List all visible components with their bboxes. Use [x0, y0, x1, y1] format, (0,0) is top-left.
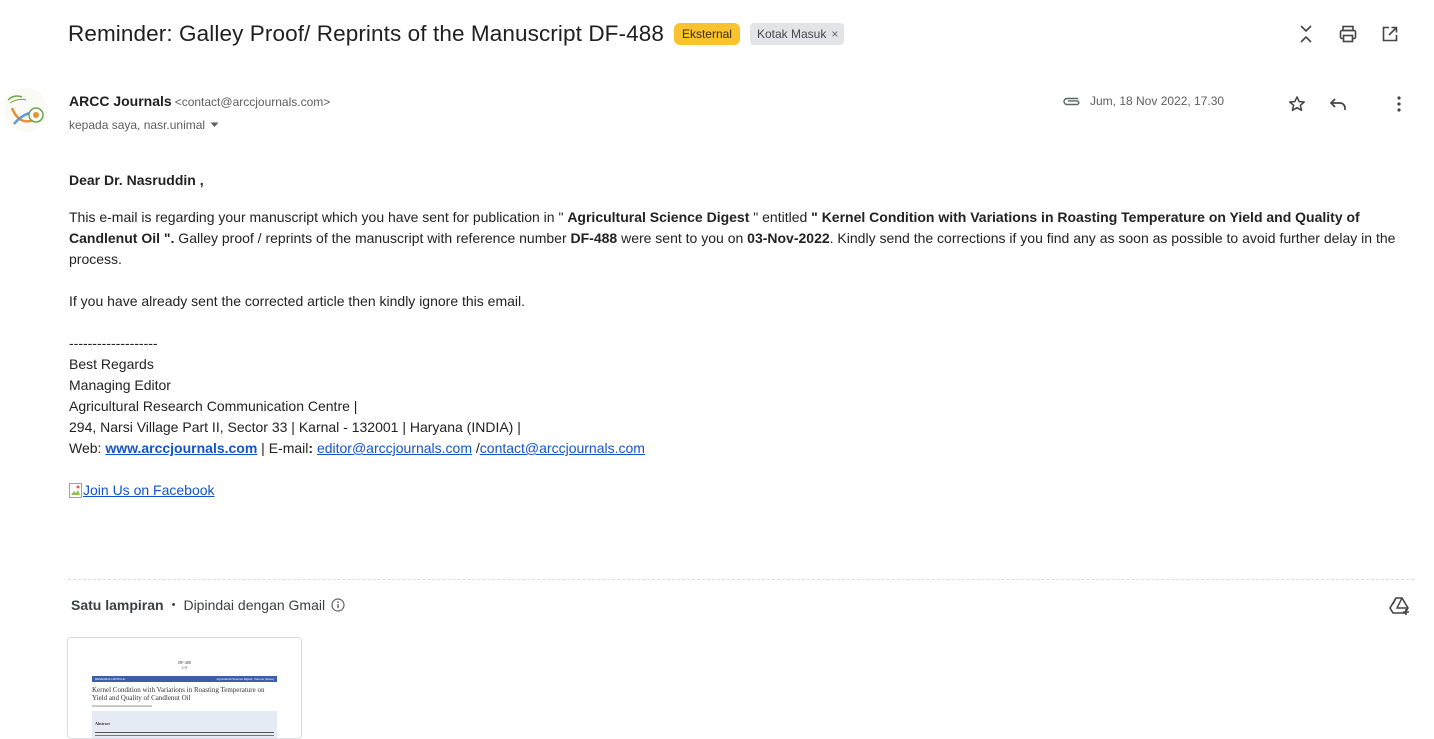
thumb-abstract-box: Abstract: [92, 711, 277, 738]
facebook-link[interactable]: Join Us on Facebook: [83, 480, 215, 501]
body-paragraph-1: This e-mail is regarding your manuscript…: [69, 209, 1396, 267]
email-subject: Reminder: Galley Proof/ Reprints of the …: [68, 21, 664, 46]
print-icon[interactable]: [1334, 20, 1362, 48]
thumb-authors: [92, 705, 152, 707]
attachments-divider: [68, 579, 1414, 580]
signature-contacts: Web: www.arccjournals.com | E-mail: edit…: [69, 440, 645, 456]
sender-line: ARCC Journals <contact@arccjournals.com>: [69, 93, 330, 109]
collapse-all-icon[interactable]: [1292, 20, 1320, 48]
recipients-line[interactable]: kepada saya, nasr.unimal: [69, 118, 219, 132]
add-to-drive-icon[interactable]: [1387, 593, 1413, 619]
contact-email-link[interactable]: contact@arccjournals.com: [480, 440, 645, 456]
thumb-band: RESEARCH ARTICLE Agricultural Science Di…: [92, 676, 277, 682]
inbox-label-text: Kotak Masuk: [756, 27, 827, 41]
recipients-text: kepada saya, nasr.unimal: [69, 118, 206, 132]
thumb-title: Kernel Condition with Variations in Roas…: [92, 686, 265, 702]
signature-role: Managing Editor: [69, 377, 171, 393]
more-options-icon[interactable]: [1386, 91, 1412, 117]
open-new-window-icon[interactable]: [1376, 20, 1404, 48]
remove-label-icon[interactable]: ×: [831, 26, 838, 42]
editor-email-link[interactable]: editor@arccjournals.com: [317, 440, 472, 456]
signature-divider: -------------------: [69, 335, 158, 351]
reply-icon[interactable]: [1325, 91, 1351, 117]
signature-org: Agricultural Research Communication Cent…: [69, 398, 358, 414]
body-paragraph-2: If you have already sent the corrected a…: [69, 293, 526, 309]
sent-date: 03-Nov-2022: [747, 230, 830, 246]
broken-image-icon: [69, 482, 83, 499]
signature-regards: Best Regards: [69, 356, 154, 372]
email-subject-bar: Reminder: Galley Proof/ Reprints of the …: [68, 14, 845, 54]
email-body: Dear Dr. Nasruddin , This e-mail is rega…: [69, 170, 1419, 501]
show-details-chevron-icon[interactable]: [210, 122, 219, 128]
facebook-banner[interactable]: Join Us on Facebook: [69, 480, 1419, 501]
website-link[interactable]: www.arccjournals.com: [105, 440, 257, 456]
signature-address: 294, Narsi Village Part II, Sector 33 | …: [69, 419, 521, 435]
attachments-count: Satu lampiran: [71, 597, 164, 613]
sender-email: <contact@arccjournals.com>: [174, 95, 331, 109]
journal-name: Agricultural Science Digest: [567, 209, 750, 225]
star-icon[interactable]: [1284, 91, 1310, 117]
greeting: Dear Dr. Nasruddin ,: [69, 172, 204, 188]
reference-number: DF-488: [570, 230, 618, 246]
sender-avatar[interactable]: [4, 88, 48, 132]
attachment-thumbnail[interactable]: DF-488 1-5 RESEARCH ARTICLE Agricultural…: [67, 637, 302, 739]
message-date: Jum, 18 Nov 2022, 17.30: [1090, 94, 1225, 108]
info-icon[interactable]: [331, 598, 345, 612]
thumb-header: DF-488 1-5: [178, 660, 191, 670]
message-meta: Jum, 18 Nov 2022, 17.30: [1062, 94, 1224, 108]
scanned-by-gmail: Dipindai dengan Gmail: [183, 597, 326, 613]
attachments-header: Satu lampiran • Dipindai dengan Gmail: [71, 597, 345, 613]
inbox-label-chip: Kotak Masuk ×: [749, 23, 845, 45]
attachment-clip-icon: [1062, 95, 1082, 107]
external-badge: Eksternal: [673, 23, 740, 45]
sender-name[interactable]: ARCC Journals: [69, 93, 172, 109]
